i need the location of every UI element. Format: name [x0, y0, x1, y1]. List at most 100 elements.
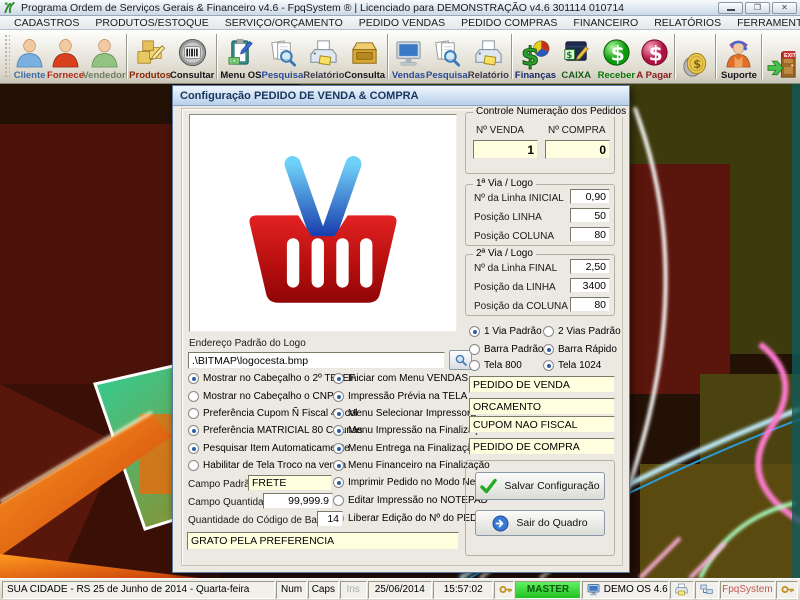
- logo-preview: [189, 114, 457, 332]
- toolbar-menu-os-button[interactable]: Menu OS: [220, 31, 261, 82]
- radio-barra-padrao[interactable]: Barra Padrão: [469, 343, 543, 356]
- toolbar-vendas-button[interactable]: Vendas: [391, 31, 426, 82]
- via1-posicao-coluna-input[interactable]: [570, 227, 610, 242]
- product-boxes-icon: [134, 37, 167, 70]
- option-menu-selecionar-impressora[interactable]: Menu Selecionar Impressora: [333, 407, 476, 420]
- n-compra-input[interactable]: [545, 140, 610, 159]
- svg-text:$: $: [566, 51, 572, 61]
- toolbar-cliente-button[interactable]: Cliente: [12, 31, 47, 82]
- toolbar-receber-button[interactable]: $ Receber: [596, 31, 636, 82]
- radio-icon[interactable]: [543, 360, 554, 371]
- doc-type-venda-input[interactable]: [469, 376, 615, 393]
- campo-quantidade-input[interactable]: [263, 493, 333, 509]
- menu-ferramentas[interactable]: FERRAMENTAS: [729, 17, 800, 29]
- doc-type-orcamento-input[interactable]: [469, 398, 615, 415]
- radio-icon[interactable]: [543, 326, 554, 337]
- option-impressao-previa[interactable]: Impressão Prévia na TELA: [333, 390, 467, 403]
- doc-type-cupom-input[interactable]: [469, 416, 615, 433]
- toolbar-consulta-button[interactable]: Consulta: [344, 31, 385, 82]
- status-bar: SUA CIDADE - RS 25 de Junho de 2014 - Qu…: [0, 578, 800, 600]
- toolbar-pesquisa-vendas-button[interactable]: Pesquisa: [426, 31, 468, 82]
- radio-icon[interactable]: [469, 326, 480, 337]
- via2-group-title: 2ª Via / Logo: [473, 248, 536, 259]
- toolbar-relatorio-vendas-button[interactable]: Relatório: [468, 31, 509, 82]
- radio-tela-800[interactable]: Tela 800: [469, 359, 522, 372]
- dialog-titlebar[interactable]: Configuração PEDIDO DE VENDA & COMPRA: [173, 86, 629, 106]
- menu-servico-orcamento[interactable]: SERVIÇO/ORÇAMENTO: [217, 17, 351, 29]
- menu-relatorios[interactable]: RELATÓRIOS: [646, 17, 729, 29]
- toolbar-relatorio-os-button[interactable]: Relatório: [303, 31, 344, 82]
- option-iniciar-menu-vendas[interactable]: Iniciar com Menu VENDAS: [333, 372, 468, 385]
- radio-icon[interactable]: [333, 443, 344, 454]
- option-mostrar-2-telef[interactable]: Mostrar no Cabeçalho o 2º TELEF.: [188, 372, 357, 385]
- toolbar-coin-button[interactable]: $: [678, 31, 713, 82]
- key-icon: [781, 583, 794, 596]
- toolbar-caixa-button[interactable]: $ CAIXA: [556, 31, 596, 82]
- via2-linha-final-input[interactable]: [570, 259, 610, 274]
- radio-barra-rapido[interactable]: Barra Rápido: [543, 343, 617, 356]
- radio-2-vias-padrao[interactable]: 2 Vias Padrão: [543, 325, 621, 338]
- radio-1-via-padrao[interactable]: 1 Via Padrão: [469, 325, 542, 338]
- option-tela-troco[interactable]: Habilitar de Tela Troco na venda: [188, 459, 346, 472]
- toolbar-fornece-button[interactable]: Fornece: [47, 31, 84, 82]
- radio-icon[interactable]: [188, 460, 199, 471]
- radio-icon[interactable]: [333, 477, 344, 488]
- toolbar-exit-button[interactable]: EXIT: [765, 31, 800, 82]
- barcode-qty-input[interactable]: [317, 511, 343, 527]
- option-menu-impressao-finalizacao[interactable]: Menu Impressão na Finalização: [333, 424, 490, 437]
- radio-icon[interactable]: [188, 425, 199, 436]
- menu-financeiro[interactable]: FINANCEIRO: [565, 17, 646, 29]
- toolbar-pesquisa-os-button[interactable]: Pesquisa: [262, 31, 304, 82]
- close-button[interactable]: ✕: [772, 2, 797, 14]
- menu-pedido-compras[interactable]: PEDIDO COMPRAS: [453, 17, 565, 29]
- n-venda-input[interactable]: [473, 140, 538, 159]
- campo-padrao-label: Campo Padrão: [188, 479, 255, 490]
- footer-message-input[interactable]: [187, 532, 459, 550]
- via2-posicao-coluna-input[interactable]: [570, 297, 610, 312]
- radio-tela-1024[interactable]: Tela 1024: [543, 359, 601, 372]
- radio-icon[interactable]: [333, 425, 344, 436]
- via2-row3-label: Posição da COLUNA: [474, 301, 568, 312]
- status-printer: [670, 581, 694, 599]
- restore-button[interactable]: ❐: [745, 2, 770, 14]
- via2-group: 2ª Via / Logo Nº da Linha FINAL Posição …: [465, 254, 615, 316]
- via1-posicao-linha-input[interactable]: [570, 208, 610, 223]
- logo-path-input[interactable]: [188, 352, 445, 369]
- toolbar-suporte-button[interactable]: Suporte: [719, 31, 759, 82]
- doc-type-compra-input[interactable]: [469, 438, 615, 455]
- exit-dialog-button[interactable]: Sair do Quadro: [475, 510, 605, 536]
- status-user-badge: MASTER: [515, 581, 580, 599]
- printer-icon: [675, 583, 688, 596]
- radio-icon[interactable]: [188, 408, 199, 419]
- radio-icon[interactable]: [469, 344, 480, 355]
- menu-pedido-vendas[interactable]: PEDIDO VENDAS: [351, 17, 453, 29]
- radio-icon[interactable]: [333, 408, 344, 419]
- radio-icon[interactable]: [333, 373, 344, 384]
- via1-linha-inicial-input[interactable]: [570, 189, 610, 204]
- work-order-clipboard-icon: [224, 37, 257, 70]
- toolbar-vendedor-button[interactable]: Vendedor: [84, 31, 124, 82]
- radio-icon[interactable]: [188, 391, 199, 402]
- radio-icon[interactable]: [333, 391, 344, 402]
- toolbar-produtos-button[interactable]: Produtos: [130, 31, 170, 82]
- toolbar-consultar-button[interactable]: Consultar: [170, 31, 214, 82]
- save-config-button[interactable]: Salvar Configuração: [475, 472, 605, 500]
- option-mostrar-cnpj[interactable]: Mostrar no Cabeçalho o CNPJ: [188, 390, 339, 403]
- radio-icon[interactable]: [188, 373, 199, 384]
- via2-posicao-linha-input[interactable]: [570, 278, 610, 293]
- menu-cadastros[interactable]: CADASTROS: [6, 17, 87, 29]
- radio-icon[interactable]: [333, 460, 344, 471]
- toolbar-separator: [387, 34, 389, 79]
- campo-padrao-input[interactable]: [248, 475, 332, 491]
- toolbar-financas-button[interactable]: $ Finanças: [515, 31, 556, 82]
- radio-icon[interactable]: [188, 443, 199, 454]
- option-menu-entrega-finalizacao[interactable]: Menu Entrega na Finalização: [333, 442, 478, 455]
- option-pesquisar-item[interactable]: Pesquisar Item Automaticamente: [188, 442, 350, 455]
- radio-icon[interactable]: [333, 495, 344, 506]
- toolbar-a-pagar-button[interactable]: $ A Pagar: [636, 31, 672, 82]
- seller-person-icon: [88, 37, 121, 70]
- radio-icon[interactable]: [469, 360, 480, 371]
- menu-produtos-estoque[interactable]: PRODUTOS/ESTOQUE: [87, 17, 216, 29]
- radio-icon[interactable]: [543, 344, 554, 355]
- minimize-button[interactable]: [718, 2, 743, 14]
